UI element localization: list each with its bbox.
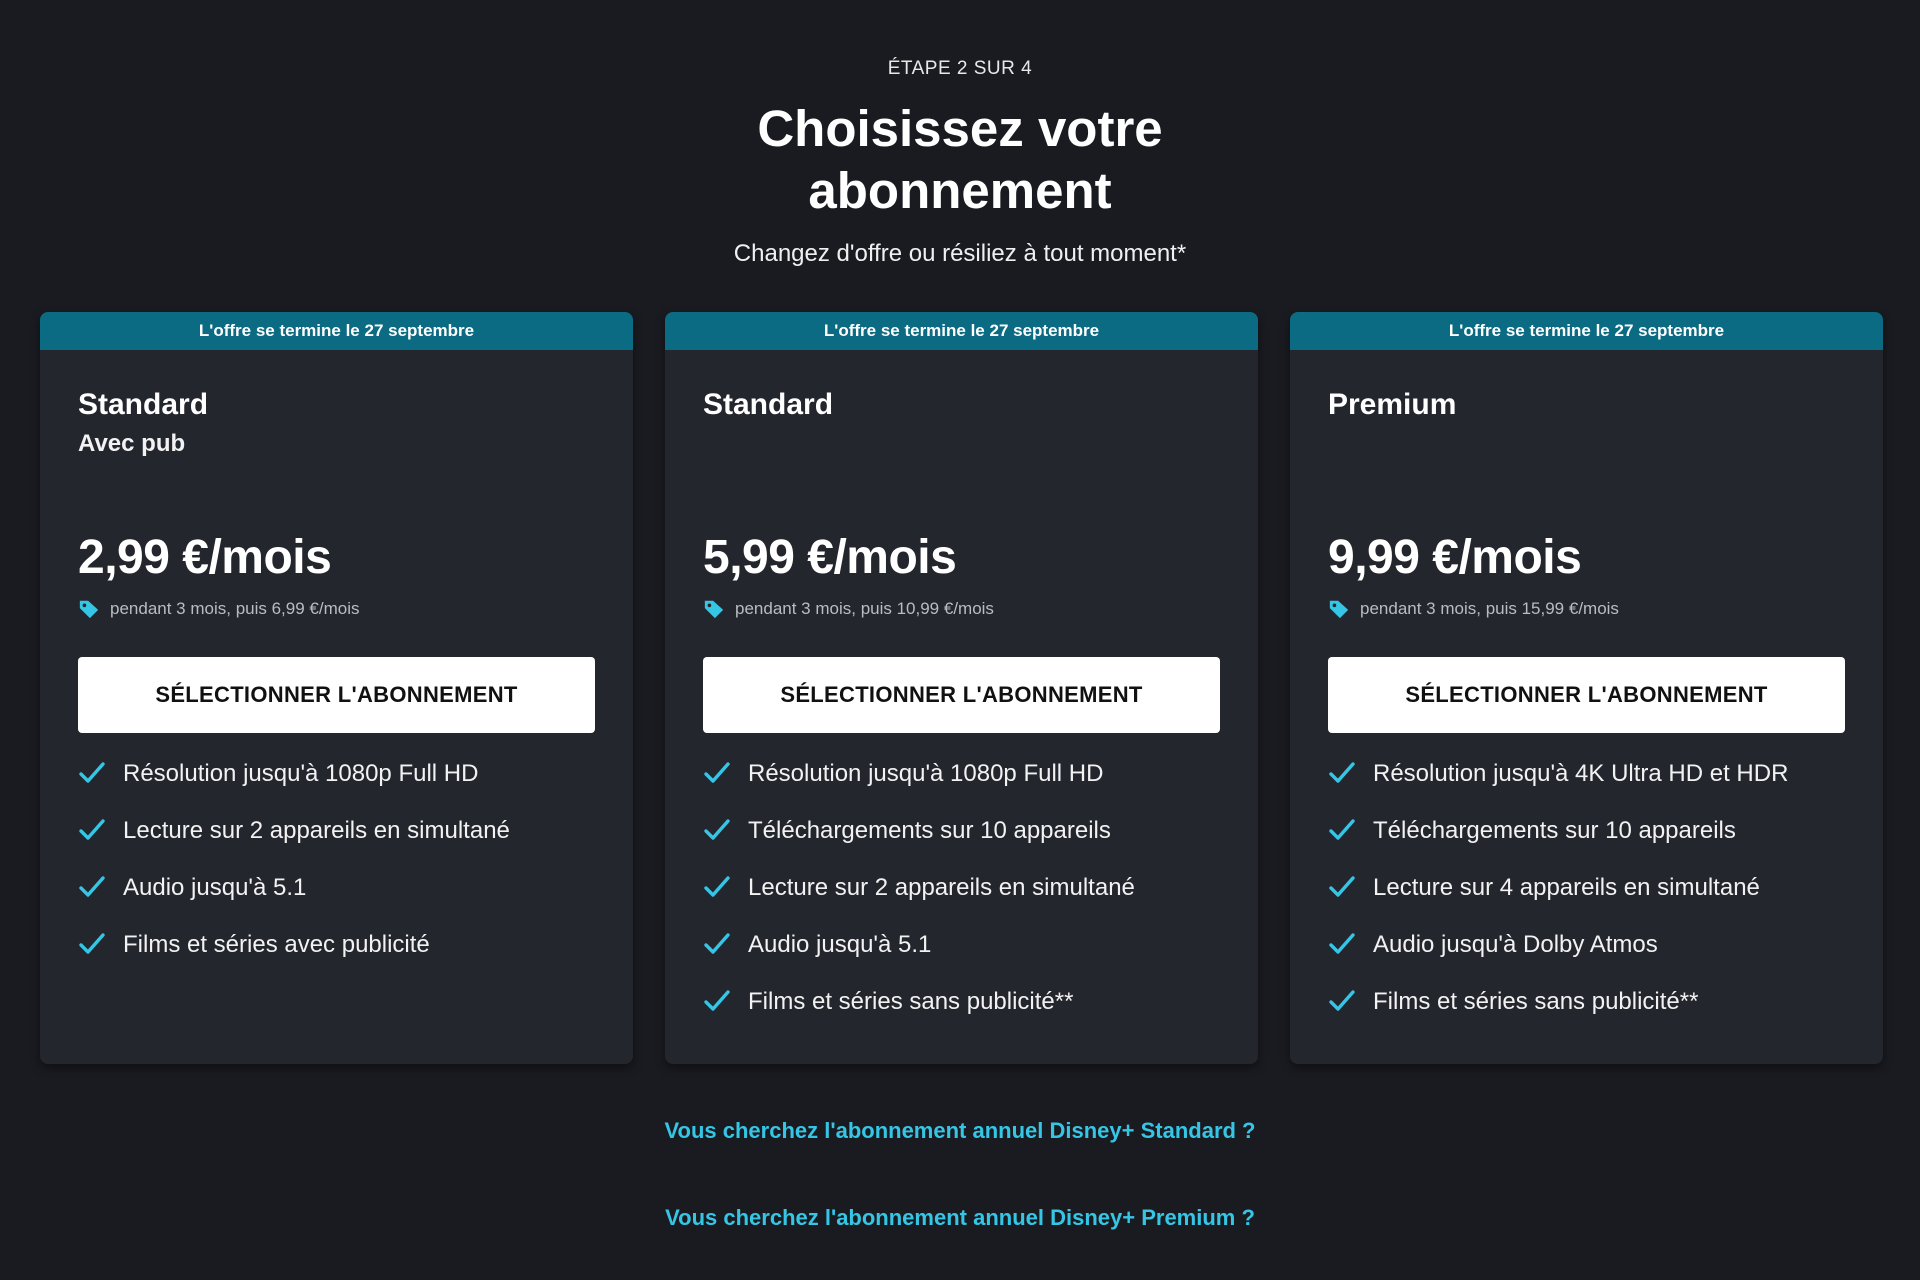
feature-text: Téléchargements sur 10 appareils: [748, 817, 1111, 844]
plan-name: Standard: [78, 388, 209, 421]
promo-text: pendant 3 mois, puis 6,99 €/mois: [110, 599, 360, 618]
checkmark-icon: [704, 876, 730, 897]
offer-banner: L'offre se termine le 27 septembre: [665, 312, 1258, 350]
checkmark-icon: [79, 762, 105, 783]
checkmark-icon: [79, 819, 105, 840]
feature-item: Résolution jusqu'à 4K Ultra HD et HDR: [1328, 759, 1788, 816]
select-plan-button[interactable]: SÉLECTIONNER L'ABONNEMENT: [78, 657, 595, 733]
feature-item: Audio jusqu'à 5.1: [78, 873, 510, 930]
feature-text: Audio jusqu'à 5.1: [123, 874, 307, 901]
checkmark-icon: [1329, 933, 1355, 954]
plan-price: 5,99 €/mois: [703, 531, 957, 584]
feature-item: Téléchargements sur 10 appareils: [1328, 816, 1788, 873]
checkmark-icon: [79, 876, 105, 897]
feature-list: Résolution jusqu'à 1080p Full HD Lecture…: [78, 759, 510, 987]
feature-item: Lecture sur 2 appareils en simultané: [78, 816, 510, 873]
checkmark-icon: [704, 819, 730, 840]
feature-item: Téléchargements sur 10 appareils: [703, 816, 1135, 873]
feature-item: Lecture sur 2 appareils en simultané: [703, 873, 1135, 930]
annual-premium-link[interactable]: Vous cherchez l'abonnement annuel Disney…: [0, 1205, 1920, 1231]
annual-standard-link[interactable]: Vous cherchez l'abonnement annuel Disney…: [0, 1118, 1920, 1144]
feature-item: Audio jusqu'à 5.1: [703, 930, 1135, 987]
page-title-line-1: Choisissez votre: [757, 100, 1163, 157]
feature-text: Résolution jusqu'à 1080p Full HD: [123, 760, 479, 787]
feature-text: Lecture sur 2 appareils en simultané: [748, 874, 1135, 901]
plan-card-standard-with-ads: L'offre se termine le 27 septembre Stand…: [40, 312, 633, 1064]
plan-card-premium: L'offre se termine le 27 septembre Premi…: [1290, 312, 1883, 1064]
feature-list: Résolution jusqu'à 4K Ultra HD et HDR Té…: [1328, 759, 1788, 1044]
feature-text: Lecture sur 2 appareils en simultané: [123, 817, 510, 844]
plan-price: 2,99 €/mois: [78, 531, 332, 584]
offer-banner: L'offre se termine le 27 septembre: [40, 312, 633, 350]
checkmark-icon: [1329, 819, 1355, 840]
price-tag-icon: [79, 600, 99, 619]
plans-grid: L'offre se termine le 27 septembre Stand…: [40, 312, 1884, 1064]
promo-text: pendant 3 mois, puis 10,99 €/mois: [735, 599, 994, 618]
feature-text: Audio jusqu'à Dolby Atmos: [1373, 931, 1658, 958]
promo-text: pendant 3 mois, puis 15,99 €/mois: [1360, 599, 1619, 618]
feature-item: Résolution jusqu'à 1080p Full HD: [703, 759, 1135, 816]
checkmark-icon: [1329, 762, 1355, 783]
feature-text: Films et séries avec publicité: [123, 931, 430, 958]
select-plan-button[interactable]: SÉLECTIONNER L'ABONNEMENT: [1328, 657, 1845, 733]
checkmark-icon: [79, 933, 105, 954]
feature-list: Résolution jusqu'à 1080p Full HD Télécha…: [703, 759, 1135, 1044]
feature-item: Audio jusqu'à Dolby Atmos: [1328, 930, 1788, 987]
page-title: Choisissez votre abonnement: [0, 98, 1920, 222]
page-title-line-2: abonnement: [808, 162, 1112, 219]
plan-name: Standard: [703, 388, 834, 421]
feature-text: Résolution jusqu'à 4K Ultra HD et HDR: [1373, 760, 1789, 787]
feature-text: Films et séries sans publicité**: [748, 988, 1074, 1015]
plan-name: Premium: [1328, 388, 1457, 421]
feature-item: Films et séries avec publicité: [78, 930, 510, 987]
price-tag-icon: [1329, 600, 1349, 619]
checkmark-icon: [704, 762, 730, 783]
feature-text: Audio jusqu'à 5.1: [748, 931, 932, 958]
plan-subtitle: Avec pub: [78, 430, 186, 457]
promo-note: pendant 3 mois, puis 6,99 €/mois: [78, 598, 359, 620]
checkmark-icon: [704, 990, 730, 1011]
price-tag-icon: [704, 600, 724, 619]
checkmark-icon: [1329, 876, 1355, 897]
step-indicator: ÉTAPE 2 SUR 4: [887, 58, 1033, 79]
feature-item: Films et séries sans publicité**: [703, 987, 1135, 1044]
feature-text: Résolution jusqu'à 1080p Full HD: [748, 760, 1104, 787]
feature-text: Téléchargements sur 10 appareils: [1373, 817, 1736, 844]
promo-note: pendant 3 mois, puis 15,99 €/mois: [1328, 598, 1619, 620]
promo-note: pendant 3 mois, puis 10,99 €/mois: [703, 598, 994, 620]
checkmark-icon: [704, 933, 730, 954]
feature-item: Films et séries sans publicité**: [1328, 987, 1788, 1044]
select-plan-button[interactable]: SÉLECTIONNER L'ABONNEMENT: [703, 657, 1220, 733]
plan-card-standard: L'offre se termine le 27 septembre Stand…: [665, 312, 1258, 1064]
offer-banner: L'offre se termine le 27 septembre: [1290, 312, 1883, 350]
feature-text: Films et séries sans publicité**: [1373, 988, 1699, 1015]
page-subtitle: Changez d'offre ou résiliez à tout momen…: [733, 240, 1187, 267]
feature-item: Résolution jusqu'à 1080p Full HD: [78, 759, 510, 816]
checkmark-icon: [1329, 990, 1355, 1011]
plan-price: 9,99 €/mois: [1328, 531, 1582, 584]
feature-text: Lecture sur 4 appareils en simultané: [1373, 874, 1760, 901]
feature-item: Lecture sur 4 appareils en simultané: [1328, 873, 1788, 930]
